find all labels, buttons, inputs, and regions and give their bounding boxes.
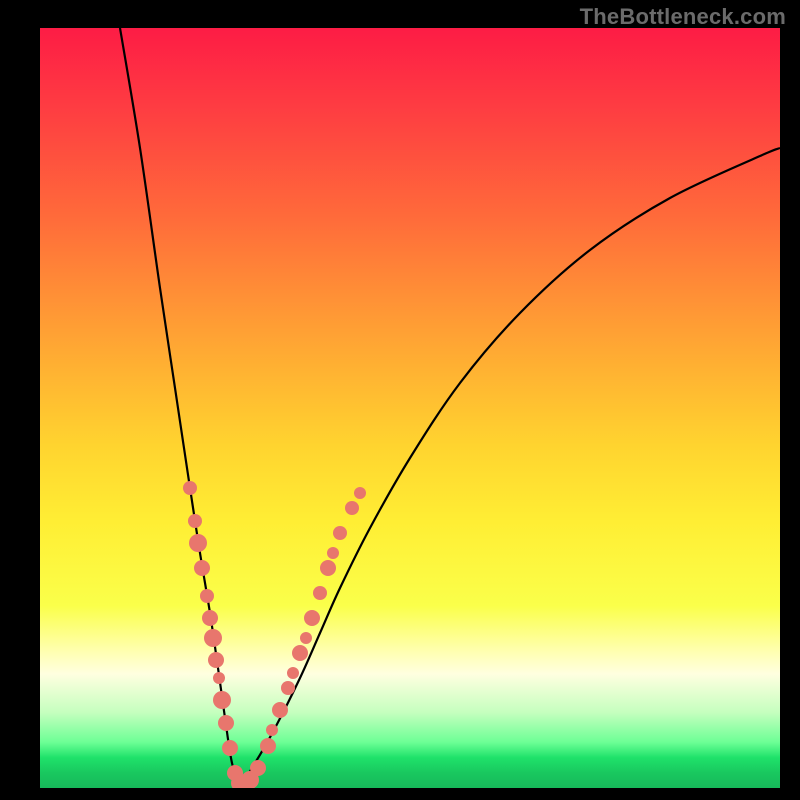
curve-svg bbox=[40, 28, 780, 788]
sample-dot bbox=[304, 610, 320, 626]
plot-area bbox=[40, 28, 780, 788]
sample-dot bbox=[250, 760, 266, 776]
sample-dot bbox=[345, 501, 359, 515]
sample-dot bbox=[200, 589, 214, 603]
sample-dot bbox=[266, 724, 278, 736]
sample-dot bbox=[194, 560, 210, 576]
sample-dot bbox=[204, 629, 222, 647]
sample-dot bbox=[281, 681, 295, 695]
sample-dot bbox=[189, 534, 207, 552]
sample-dot bbox=[218, 715, 234, 731]
bottleneck-curve bbox=[120, 28, 780, 784]
sample-dot bbox=[272, 702, 288, 718]
sample-dots-group bbox=[183, 481, 366, 788]
sample-dot bbox=[213, 691, 231, 709]
watermark-text: TheBottleneck.com bbox=[580, 4, 786, 30]
sample-dot bbox=[188, 514, 202, 528]
chart-frame: TheBottleneck.com bbox=[0, 0, 800, 800]
sample-dot bbox=[320, 560, 336, 576]
sample-dot bbox=[354, 487, 366, 499]
sample-dot bbox=[333, 526, 347, 540]
sample-dot bbox=[202, 610, 218, 626]
sample-dot bbox=[208, 652, 224, 668]
sample-dot bbox=[260, 738, 276, 754]
sample-dot bbox=[213, 672, 225, 684]
sample-dot bbox=[300, 632, 312, 644]
sample-dot bbox=[287, 667, 299, 679]
sample-dot bbox=[313, 586, 327, 600]
sample-dot bbox=[292, 645, 308, 661]
sample-dot bbox=[183, 481, 197, 495]
sample-dot bbox=[222, 740, 238, 756]
sample-dot bbox=[327, 547, 339, 559]
